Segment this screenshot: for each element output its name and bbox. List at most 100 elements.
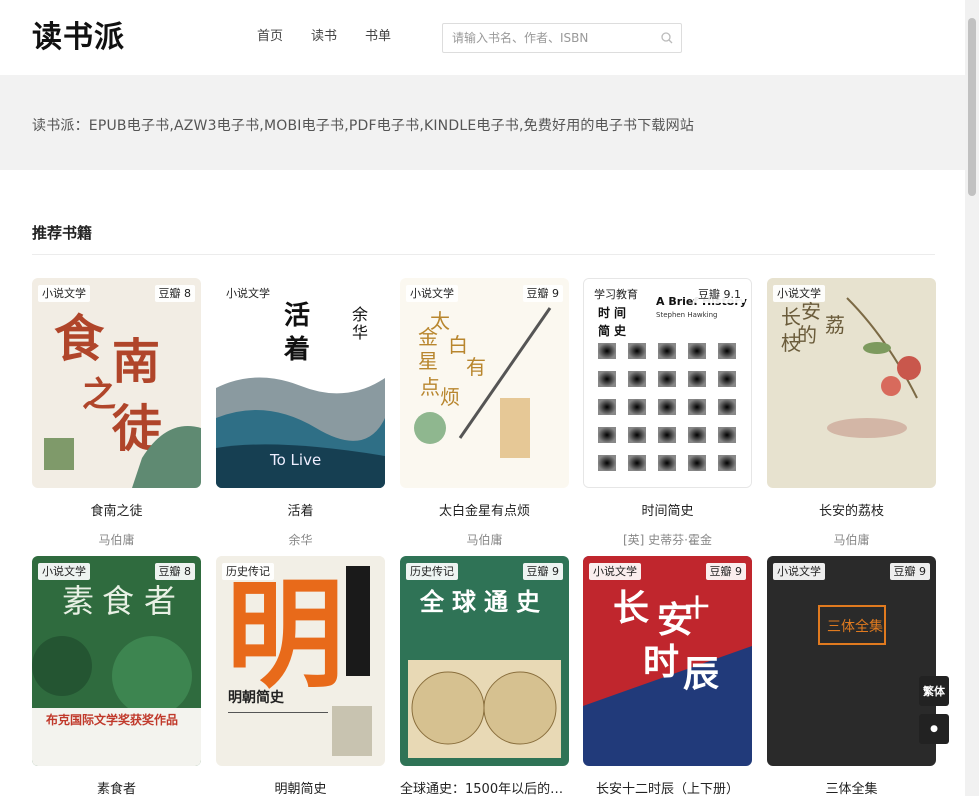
book-cover[interactable]: 食 南 之 徒 小说文学 豆瓣 8 bbox=[32, 278, 201, 488]
douban-score: 豆瓣 8 bbox=[154, 563, 195, 580]
book-title[interactable]: 太白金星有点烦 bbox=[400, 500, 569, 519]
scrollbar-thumb[interactable] bbox=[968, 18, 976, 196]
back-to-top-button[interactable]: ● bbox=[919, 714, 949, 744]
book-author[interactable]: [英] 史蒂芬·霍金 bbox=[583, 531, 752, 548]
cover-pattern-square bbox=[598, 371, 616, 387]
svg-text:荔: 荔 bbox=[825, 313, 845, 337]
book-cover[interactable]: 三体全集 小说文学 豆瓣 9 bbox=[767, 556, 936, 766]
search-box bbox=[442, 23, 682, 53]
book-card[interactable]: 长 安 十 时 辰 小说文学 豆瓣 9 长安十二时辰（上下册） bbox=[583, 556, 752, 796]
book-cover[interactable]: 时 间 简 史 A Brief History of Time Stephen … bbox=[583, 278, 752, 488]
svg-text:素: 素 bbox=[62, 582, 94, 620]
svg-text:食: 食 bbox=[102, 582, 134, 620]
cover-pattern-square bbox=[628, 371, 646, 387]
category-tag: 小说文学 bbox=[589, 563, 641, 580]
search-icon[interactable] bbox=[653, 24, 681, 52]
svg-text:通: 通 bbox=[484, 587, 508, 616]
cover-pattern-square bbox=[718, 399, 736, 415]
book-title[interactable]: 食南之徒 bbox=[32, 500, 201, 519]
svg-text:史: 史 bbox=[614, 323, 627, 338]
douban-score: 豆瓣 9 bbox=[705, 563, 746, 580]
book-card[interactable]: 时 间 简 史 A Brief History of Time Stephen … bbox=[583, 278, 752, 548]
svg-text:者: 者 bbox=[144, 582, 176, 620]
category-tag: 小说文学 bbox=[773, 563, 825, 580]
svg-text:长: 长 bbox=[613, 587, 649, 629]
book-title[interactable]: 长安十二时辰（上下册） bbox=[583, 778, 752, 796]
book-card[interactable]: 长 安 的 荔 枝 小说文学 长安的荔枝 马伯庸 bbox=[767, 278, 936, 548]
category-tag: 小说文学 bbox=[406, 285, 458, 302]
book-title[interactable]: 全球通史：1500年以后的世界 bbox=[400, 778, 569, 796]
svg-text:球: 球 bbox=[452, 587, 477, 616]
svg-text:南: 南 bbox=[112, 334, 160, 390]
cover-pattern-square bbox=[688, 371, 706, 387]
page-scrollbar[interactable] bbox=[965, 0, 979, 796]
site-header: 读书派 首页 读书 书单 bbox=[0, 0, 965, 75]
traditional-chinese-button[interactable]: 繁体 bbox=[919, 676, 949, 706]
book-author[interactable]: 马伯庸 bbox=[32, 531, 201, 548]
book-title[interactable]: 活着 bbox=[216, 500, 385, 519]
book-title[interactable]: 素食者 bbox=[32, 778, 201, 796]
svg-text:时: 时 bbox=[643, 641, 679, 683]
category-tag: 小说文学 bbox=[222, 285, 274, 302]
book-author[interactable]: 马伯庸 bbox=[767, 531, 936, 548]
nav-home[interactable]: 首页 bbox=[257, 29, 283, 45]
cover-pattern-square bbox=[718, 427, 736, 443]
svg-text:白: 白 bbox=[448, 333, 468, 357]
book-cover[interactable]: 明 明朝简史 历史传记 bbox=[216, 556, 385, 766]
book-cover[interactable]: 太 白 金 星 有 点 烦 小说文学 豆瓣 9 bbox=[400, 278, 569, 488]
book-cover[interactable]: 长 安 的 荔 枝 小说文学 bbox=[767, 278, 936, 488]
book-author[interactable]: 马伯庸 bbox=[400, 531, 569, 548]
section-divider bbox=[32, 254, 935, 255]
cover-pattern-square bbox=[718, 371, 736, 387]
book-cover[interactable]: 素 食 者 布克国际文学奖获奖作品 小说文学 豆瓣 8 bbox=[32, 556, 201, 766]
nav-booklist[interactable]: 书单 bbox=[365, 29, 391, 45]
book-card[interactable]: 素 食 者 布克国际文学奖获奖作品 小说文学 豆瓣 8 素食者 bbox=[32, 556, 201, 796]
section-title: 推荐书籍 bbox=[32, 224, 93, 242]
book-title[interactable]: 明朝简史 bbox=[216, 778, 385, 796]
cover-pattern-square bbox=[658, 371, 676, 387]
category-tag: 小说文学 bbox=[773, 285, 825, 302]
book-title[interactable]: 三体全集 bbox=[767, 778, 936, 796]
book-card[interactable]: 全 球 通 史 历史传记 豆瓣 9 全球通史：1500年以后的世界 bbox=[400, 556, 569, 796]
svg-text:枝: 枝 bbox=[781, 331, 801, 355]
cover-pattern-square bbox=[628, 455, 646, 471]
svg-text:有: 有 bbox=[466, 355, 486, 379]
book-card[interactable]: 活 着 余 华 To Live 小说文学 活着 余华 bbox=[216, 278, 385, 548]
book-card[interactable]: 太 白 金 星 有 点 烦 小说文学 豆瓣 9 太白金星有点烦 马伯庸 bbox=[400, 278, 569, 548]
svg-text:Stephen Hawking: Stephen Hawking bbox=[656, 311, 718, 319]
douban-score: 豆瓣 8 bbox=[154, 285, 195, 302]
svg-text:三体全集: 三体全集 bbox=[827, 618, 883, 635]
svg-text:明朝简史: 明朝简史 bbox=[228, 689, 285, 706]
svg-text:布克国际文学奖获奖作品: 布克国际文学奖获奖作品 bbox=[46, 712, 178, 727]
nav-read[interactable]: 读书 bbox=[311, 29, 337, 45]
svg-text:安: 安 bbox=[801, 299, 821, 323]
category-tag: 学习教育 bbox=[590, 286, 642, 303]
douban-score: 豆瓣 9 bbox=[889, 563, 930, 580]
book-cover[interactable]: 全 球 通 史 历史传记 豆瓣 9 bbox=[400, 556, 569, 766]
book-card[interactable]: 明 明朝简史 历史传记 明朝简史 bbox=[216, 556, 385, 796]
search-input[interactable] bbox=[443, 24, 653, 52]
book-author[interactable]: 余华 bbox=[216, 531, 385, 548]
cover-title-1: 食 bbox=[54, 309, 105, 368]
cover-pattern-square bbox=[628, 343, 646, 359]
svg-text:金: 金 bbox=[418, 325, 438, 349]
book-cover[interactable]: 长 安 十 时 辰 小说文学 豆瓣 9 bbox=[583, 556, 752, 766]
main-nav: 首页 读书 书单 bbox=[257, 29, 419, 45]
book-cover[interactable]: 活 着 余 华 To Live 小说文学 bbox=[216, 278, 385, 488]
site-banner: 读书派：EPUB电子书,AZW3电子书,MOBI电子书,PDF电子书,KINDL… bbox=[0, 75, 965, 170]
cover-pattern-square bbox=[718, 455, 736, 471]
svg-text:着: 着 bbox=[283, 334, 310, 365]
category-tag: 小说文学 bbox=[38, 285, 90, 302]
svg-text:时: 时 bbox=[598, 305, 610, 320]
book-card[interactable]: 食 南 之 徒 小说文学 豆瓣 8 食南之徒 马伯庸 bbox=[32, 278, 201, 548]
site-logo[interactable]: 读书派 bbox=[32, 20, 125, 56]
svg-text:烦: 烦 bbox=[440, 385, 460, 409]
book-card[interactable]: 三体全集 小说文学 豆瓣 9 三体全集 bbox=[767, 556, 936, 796]
book-title[interactable]: 时间简史 bbox=[583, 500, 752, 519]
svg-text:To Live: To Live bbox=[269, 451, 321, 469]
svg-text:点: 点 bbox=[420, 375, 440, 399]
book-title[interactable]: 长安的荔枝 bbox=[767, 500, 936, 519]
svg-text:之: 之 bbox=[82, 375, 116, 415]
douban-score: 豆瓣 9 bbox=[522, 285, 563, 302]
cover-pattern-square bbox=[658, 427, 676, 443]
